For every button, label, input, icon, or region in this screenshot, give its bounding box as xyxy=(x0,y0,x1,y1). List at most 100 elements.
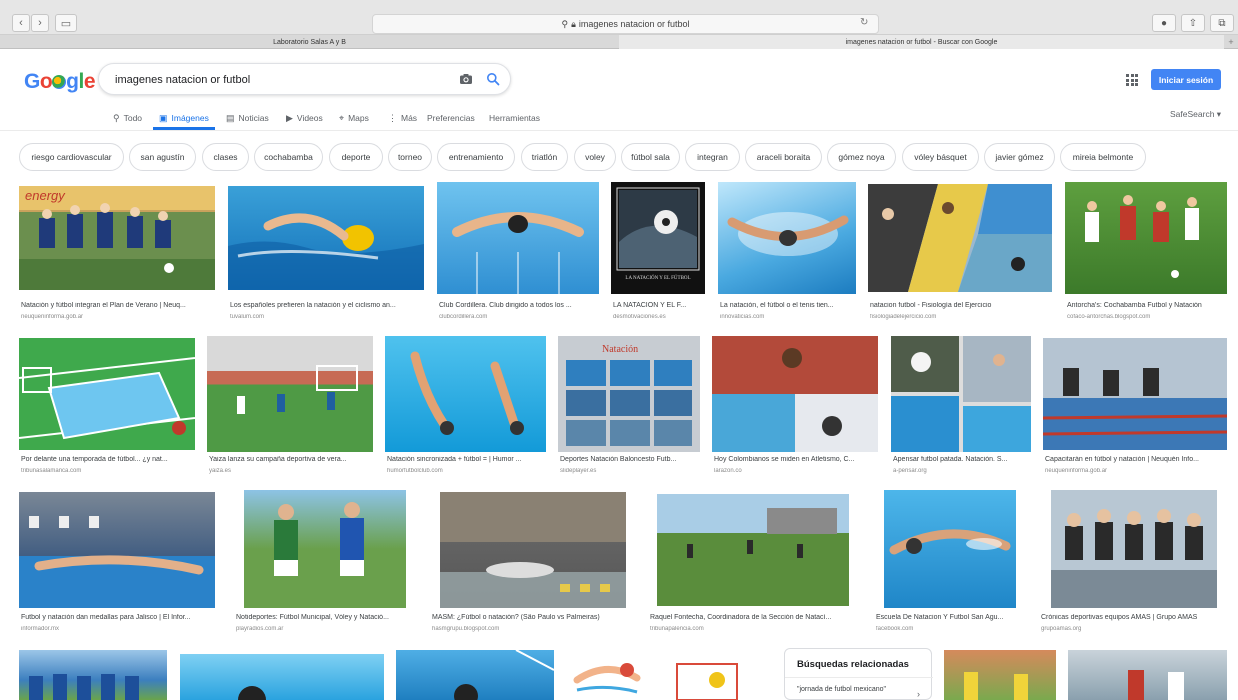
tab-noticias[interactable]: ▤ Noticias xyxy=(226,108,269,128)
download-button[interactable]: ● xyxy=(1152,14,1176,32)
result-thumbnail[interactable] xyxy=(437,182,599,294)
result-thumbnail[interactable] xyxy=(180,654,384,700)
swim-lesson-image xyxy=(889,529,1011,555)
tab-preferencias[interactable]: Preferencias xyxy=(427,108,475,128)
google-logo[interactable]: Go gle xyxy=(24,70,96,94)
camera-icon[interactable] xyxy=(459,73,473,85)
result-thumbnail[interactable]: energy xyxy=(19,186,215,290)
result-caption[interactable]: Club Cordillera. Club dirigido a todos l… xyxy=(439,302,599,309)
chip[interactable]: vóley básquet xyxy=(902,143,979,171)
address-bar[interactable]: ⚲ 🔒︎ imagenes natacion or futbol xyxy=(372,14,879,34)
reload-icon[interactable]: ↻ xyxy=(860,17,868,28)
search-submit-icon[interactable] xyxy=(486,72,500,86)
result-thumbnail[interactable] xyxy=(1051,490,1217,608)
browser-toolbar: ‹ › ▭ ⚲ 🔒︎ imagenes natacion or futbol ↻… xyxy=(0,0,1238,35)
chip[interactable]: voley xyxy=(574,143,616,171)
tab-maps[interactable]: ⌖ Maps xyxy=(339,108,369,128)
forward-button[interactable]: › xyxy=(31,14,49,32)
result-caption[interactable]: natacion futbol - Fisiología del Ejercic… xyxy=(870,302,1052,309)
result-thumbnail[interactable] xyxy=(944,650,1056,700)
chip[interactable]: integran xyxy=(685,143,740,171)
result-thumbnail[interactable] xyxy=(19,650,167,700)
more-icon: ⋮ xyxy=(388,112,397,123)
new-tab-icon[interactable]: + xyxy=(1224,35,1238,49)
result-caption[interactable]: Raquel Fontecha, Coordinadora de la Secc… xyxy=(650,614,856,621)
result-caption[interactable]: Los españoles prefieren la natación y el… xyxy=(230,302,424,309)
tab-todo[interactable]: ⚲ Todo xyxy=(113,108,142,128)
result-source: a-pensar.org xyxy=(893,468,927,474)
chip[interactable]: entrenamiento xyxy=(437,143,515,171)
result-caption[interactable]: LA NATACIÓN Y EL F... xyxy=(613,302,707,309)
tabs-button[interactable]: ⧉ xyxy=(1210,14,1234,32)
tab-google-search[interactable]: imagenes natacion or futbol - Buscar con… xyxy=(619,35,1224,49)
related-search-item[interactable]: "jornada de futbol mexicano" xyxy=(797,685,905,694)
result-thumbnail[interactable] xyxy=(385,336,546,452)
result-caption[interactable]: Deportes Natación Baloncesto Futb... xyxy=(560,456,700,463)
result-thumbnail[interactable] xyxy=(1065,182,1227,294)
result-caption[interactable]: MASM: ¿Fútbol o natación? (São Paulo vs … xyxy=(432,614,628,621)
search-box xyxy=(98,63,511,95)
result-thumbnail[interactable] xyxy=(19,492,215,608)
chip[interactable]: araceli boraita xyxy=(745,143,822,171)
result-caption[interactable]: Capacitarán en fútbol y natación | Neuqu… xyxy=(1045,456,1227,463)
result-thumbnail[interactable] xyxy=(891,336,1031,452)
chip[interactable]: torneo xyxy=(388,143,432,171)
result-thumbnail[interactable] xyxy=(712,336,878,452)
chip[interactable]: javier gómez xyxy=(984,143,1055,171)
signin-button[interactable]: Iniciar sesión xyxy=(1151,69,1221,90)
result-caption[interactable]: La natación, el fútbol o el tenis tien..… xyxy=(720,302,856,309)
tab-herramientas[interactable]: Herramientas xyxy=(489,108,540,128)
apps-grid-icon[interactable] xyxy=(1126,74,1138,86)
result-thumbnail[interactable] xyxy=(868,184,1052,292)
result-thumbnail[interactable] xyxy=(1068,650,1227,700)
tab-mas[interactable]: ⋮ Más xyxy=(388,108,417,128)
chip[interactable]: gómez noya xyxy=(827,143,896,171)
result-caption[interactable]: Natación y fútbol integran el Plan de Ve… xyxy=(21,302,215,309)
tab-laboratorio[interactable]: Laboratorio Salas A y B xyxy=(0,35,619,49)
result-caption[interactable]: Apensar futbol patada. Natación. S... xyxy=(893,456,1031,463)
result-thumbnail[interactable]: Natación xyxy=(558,336,700,452)
chip[interactable]: clases xyxy=(202,143,249,171)
result-thumbnail[interactable] xyxy=(657,494,849,606)
chip[interactable]: san agustín xyxy=(129,143,196,171)
chip[interactable]: fútbol sala xyxy=(621,143,680,171)
result-thumbnail[interactable]: LA NATACIÓN Y EL FÚTBOL xyxy=(611,182,705,294)
collage-sports-image xyxy=(868,184,1052,292)
chip[interactable]: deporte xyxy=(329,143,383,171)
result-thumbnail[interactable] xyxy=(718,182,856,294)
safesearch-dropdown[interactable]: SafeSearch ▾ xyxy=(1170,109,1221,120)
result-caption[interactable]: Yaiza lanza su campaña deportiva de vera… xyxy=(209,456,373,463)
result-caption[interactable]: Futbol y natación dan medallas para Jali… xyxy=(21,614,217,621)
share-button[interactable]: ⇧ xyxy=(1181,14,1205,32)
tab-videos[interactable]: ▶ Videos xyxy=(286,108,323,128)
result-caption[interactable]: Natación sincronizada + fútbol = | Humor… xyxy=(387,456,546,463)
back-button[interactable]: ‹ xyxy=(12,14,30,32)
chip[interactable]: riesgo cardiovascular xyxy=(19,143,124,171)
chevron-right-icon[interactable]: › xyxy=(917,689,920,699)
sidebar-button[interactable]: ▭ xyxy=(55,14,77,32)
result-thumbnail[interactable] xyxy=(884,490,1016,608)
result-thumbnail[interactable] xyxy=(207,336,373,452)
result-thumbnail[interactable] xyxy=(19,338,195,450)
result-caption[interactable]: Por delante una temporada de fútbol... ¿… xyxy=(21,456,195,463)
result-thumbnail[interactable] xyxy=(228,186,424,290)
result-thumbnail[interactable] xyxy=(396,650,554,700)
chip[interactable]: cochabamba xyxy=(254,143,323,171)
result-thumbnail[interactable] xyxy=(1043,338,1227,450)
chip[interactable]: triatlón xyxy=(521,143,568,171)
result-caption[interactable]: Antorcha's: Cochabamba Futbol y Natación xyxy=(1067,302,1227,309)
chip[interactable]: mireia belmonte xyxy=(1060,143,1146,171)
result-source: cofaco-antorchas.blogspot.com xyxy=(1067,314,1151,320)
result-thumbnail[interactable] xyxy=(567,650,771,700)
result-thumbnail[interactable] xyxy=(244,490,406,608)
result-caption[interactable]: Escuela De Natacion Y Futbol San Agu... xyxy=(876,614,1024,621)
tab-label: imagenes natacion or futbol - Buscar con… xyxy=(845,38,998,46)
result-thumbnail[interactable] xyxy=(440,492,626,608)
menu-label: Más xyxy=(401,113,418,123)
swim-start-image xyxy=(1043,368,1227,450)
result-caption[interactable]: Crónicas deportivas equipos AMÁS | Grupo… xyxy=(1041,614,1227,621)
search-input[interactable] xyxy=(115,71,445,89)
result-caption[interactable]: Hoy Colombianos se miden en Atletismo, C… xyxy=(714,456,878,463)
tab-imagenes[interactable]: ▣ Imágenes xyxy=(159,108,209,128)
result-caption[interactable]: Notideportes: Fútbol Municipal, Vóley y … xyxy=(236,614,414,621)
